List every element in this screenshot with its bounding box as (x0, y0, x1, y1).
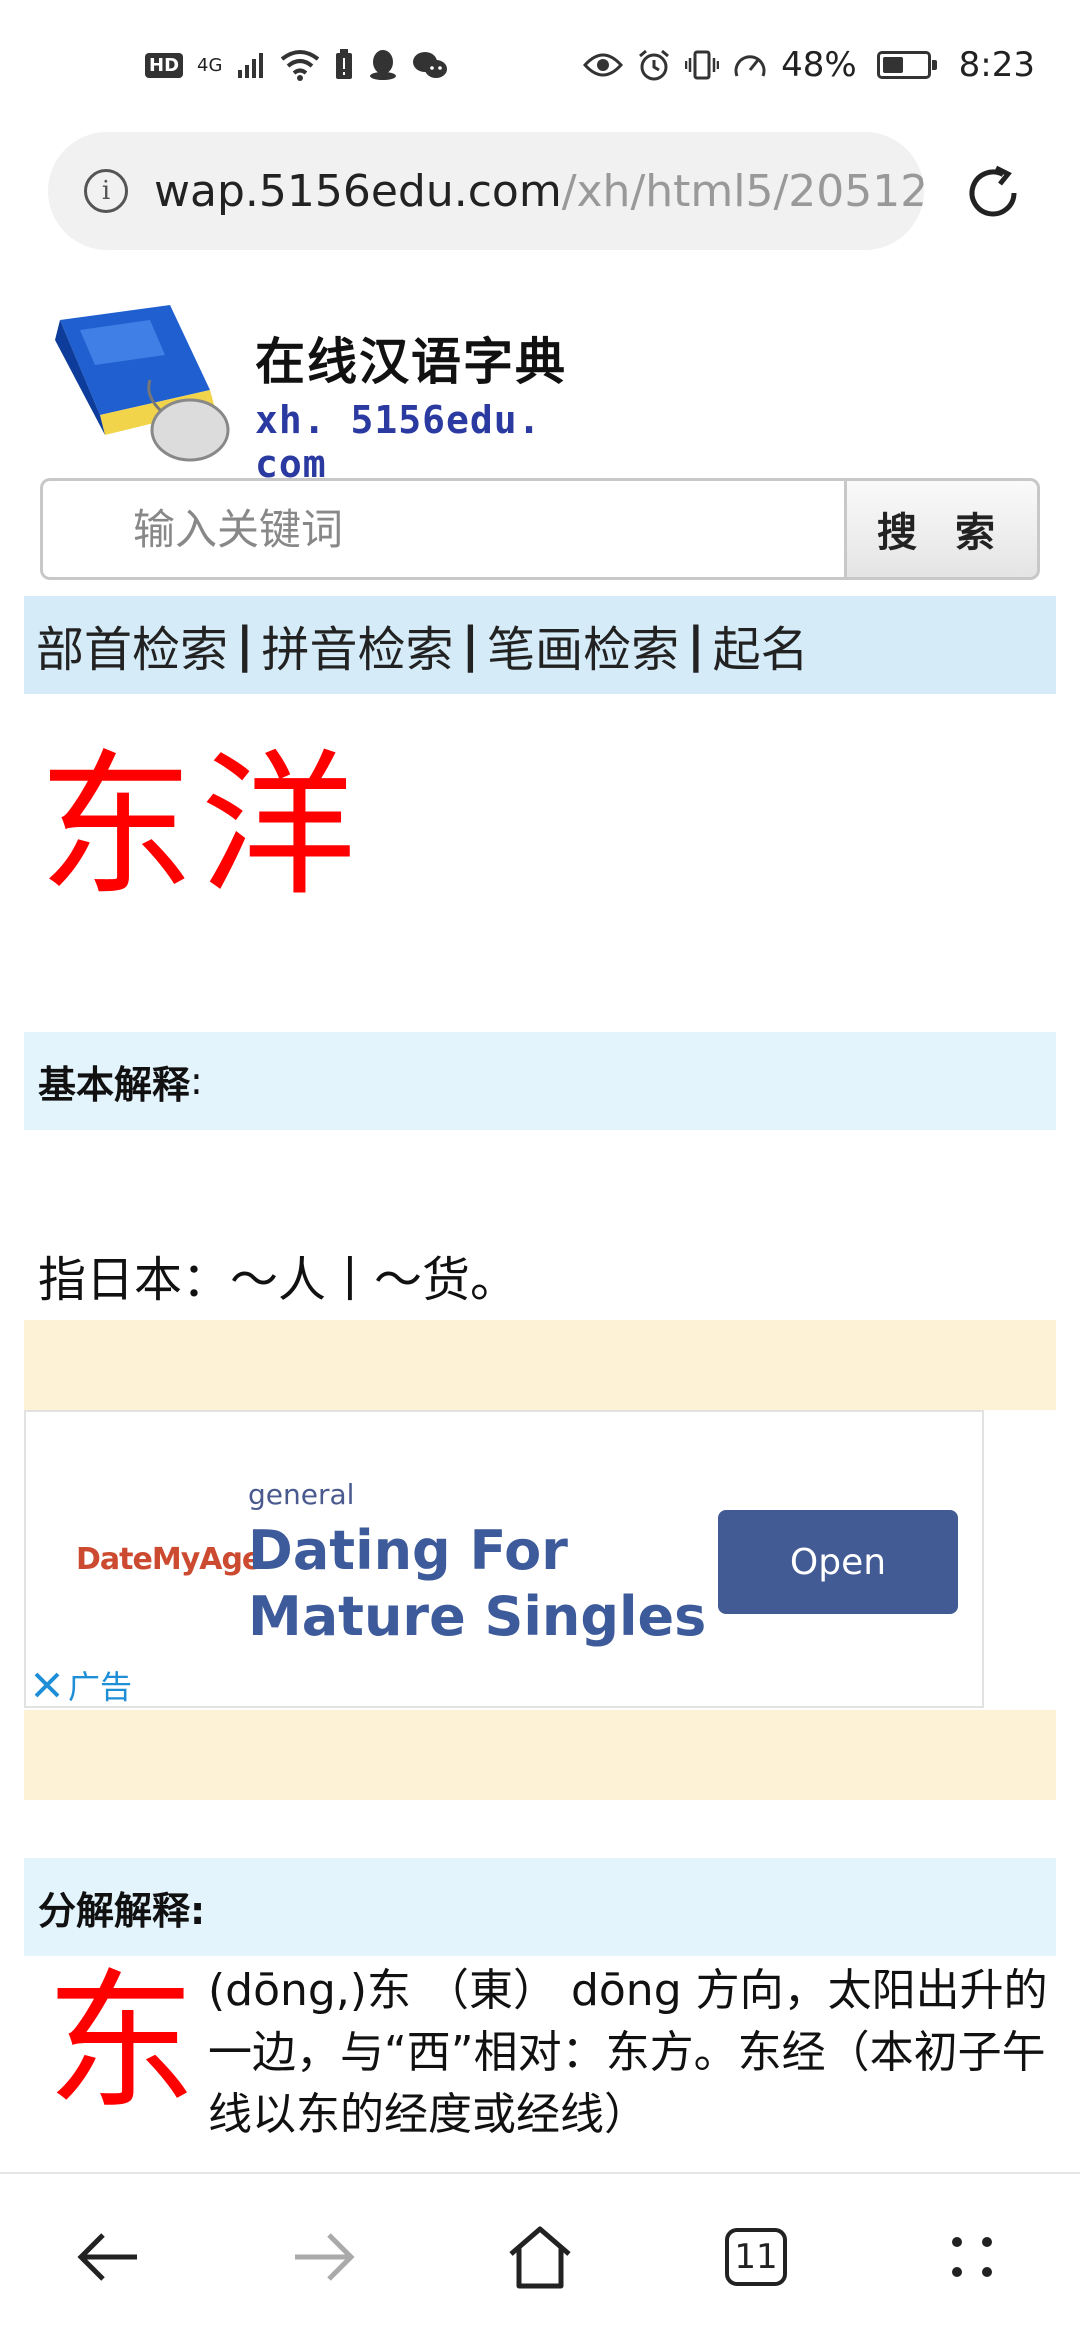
battery-percent: 48% (781, 45, 857, 85)
nav-radical-search[interactable]: 部首检索 (36, 610, 228, 680)
category-nav: 部首检索 | 拼音检索 | 笔画检索 | 起名 (24, 596, 1056, 694)
browser-bottom-nav: 11 (0, 2172, 1080, 2340)
basic-definition: 指日本：～人丨～货。 (38, 1252, 519, 1308)
home-button[interactable] (480, 2197, 600, 2317)
ad-label: 广告 (68, 1668, 133, 1706)
search-input[interactable] (40, 478, 844, 580)
qq-icon (370, 50, 397, 80)
hd-badge: HD (145, 52, 184, 78)
decomposition-heading: 分解解释: (24, 1858, 1056, 1956)
basic-heading-text: 基本解释 (38, 1062, 191, 1107)
back-arrow-icon (77, 2233, 137, 2281)
status-right: 48% 8:23 (583, 45, 1035, 85)
ad-advertiser-logo: DateMyAge (76, 1542, 262, 1577)
search-row: 搜 索 (40, 478, 1040, 580)
entry-word: 东洋 (38, 735, 362, 917)
clock: 8:23 (958, 45, 1035, 85)
wifi-icon (281, 50, 320, 81)
battery-alert-icon (336, 49, 353, 79)
ad-background-top (24, 1320, 1056, 1410)
search-button[interactable]: 搜 索 (844, 478, 1040, 580)
battery-icon (876, 51, 937, 79)
home-icon (509, 2226, 571, 2289)
url-path: /xh/html5/20512 (561, 165, 924, 217)
ad-open-button[interactable]: Open (718, 1510, 958, 1614)
decomp-definition: (dōng,)东 （東） dōng 方向，太阳出升的一边，与“西”相对：东方。东… (208, 1965, 1048, 2140)
ad-headline[interactable]: Dating For Mature Singles (248, 1518, 748, 1658)
address-bar[interactable]: i wap.5156edu.com/xh/html5/20512 (48, 132, 924, 250)
ad-banner[interactable]: DateMyAge general Dating For Mature Sing… (24, 1410, 984, 1708)
nav-naming[interactable]: 起名 (713, 610, 809, 680)
nav-separator: | (461, 617, 480, 673)
more-dots-icon (952, 2237, 992, 2277)
url-host: wap.5156edu.com (154, 165, 562, 217)
signal-icon (238, 53, 264, 78)
wechat-icon (413, 52, 448, 78)
forward-button[interactable] (264, 2197, 384, 2317)
ad-background-bottom (24, 1710, 1056, 1800)
basic-explanation-heading: 基本解释: (24, 1032, 1056, 1130)
status-bar: HD 4G 48% 8:23 (0, 0, 1080, 130)
eye-icon (583, 53, 624, 77)
decomp-heading-text: 分解解释: (38, 1888, 206, 1933)
tab-count: 11 (725, 2228, 787, 2286)
site-logo[interactable]: 在线汉语字典 xh. 5156edu. com (30, 300, 630, 486)
vibrate-icon (685, 50, 720, 80)
close-icon (34, 1672, 60, 1698)
url-text[interactable]: wap.5156edu.com/xh/html5/20512 (154, 166, 924, 217)
status-left: HD 4G (145, 49, 448, 81)
menu-button[interactable] (912, 2197, 1032, 2317)
tabs-button[interactable]: 11 (696, 2197, 816, 2317)
nav-stroke-search[interactable]: 笔画检索 (487, 610, 679, 680)
book-mouse-icon (55, 305, 230, 462)
info-icon[interactable]: i (84, 169, 128, 213)
basic-heading-colon: : (190, 1059, 203, 1103)
alarm-icon (639, 49, 670, 81)
network-type: 4G (197, 54, 223, 76)
nav-pinyin-search[interactable]: 拼音检索 (262, 610, 454, 680)
ad-close-button[interactable]: 广告 (32, 1662, 132, 1708)
back-button[interactable] (48, 2197, 168, 2317)
reload-icon[interactable] (962, 162, 1024, 224)
speed-icon (734, 55, 766, 77)
forward-arrow-icon (295, 2233, 355, 2281)
nav-separator: | (687, 617, 705, 673)
nav-separator: | (236, 617, 254, 673)
decomp-character[interactable]: 东 (46, 1968, 196, 2118)
site-title: 在线汉语字典 (255, 333, 567, 391)
battery-fill (882, 57, 903, 73)
ad-category: general (248, 1478, 355, 1511)
site-subtitle: xh. 5156edu. com (255, 398, 542, 486)
